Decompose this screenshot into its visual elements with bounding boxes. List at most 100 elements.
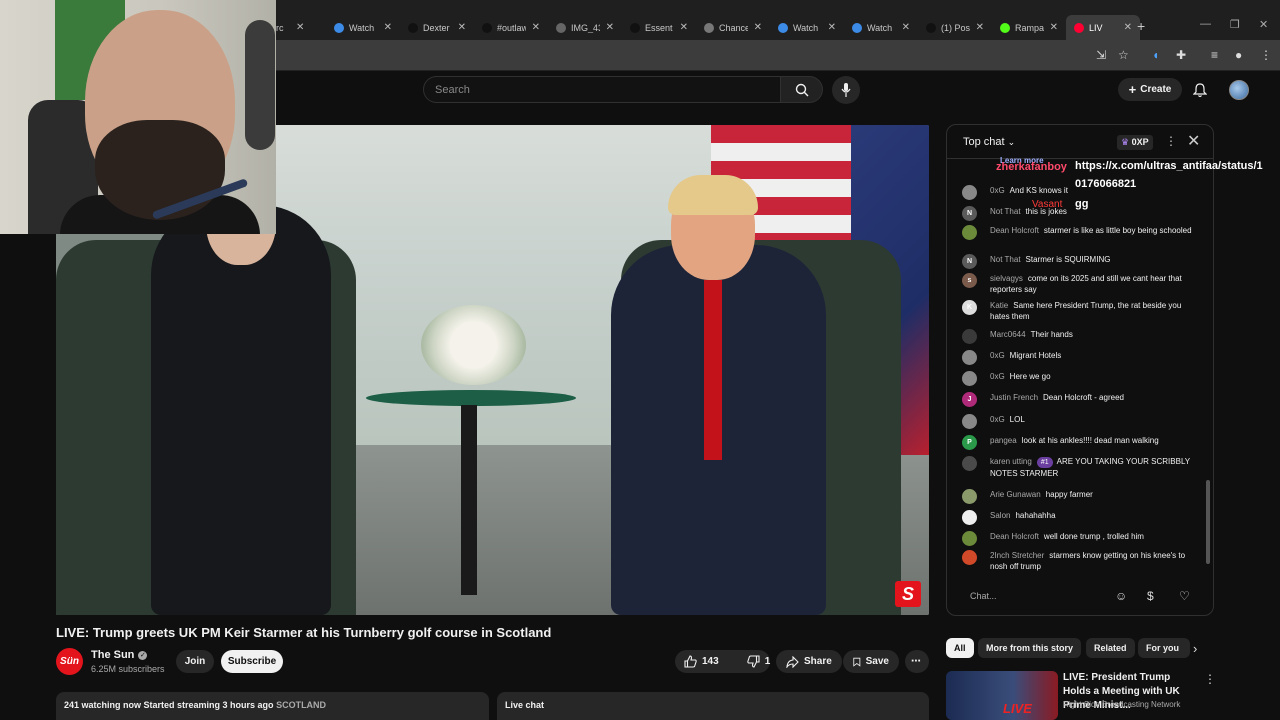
chat-author-name[interactable]: 0xG	[990, 415, 1005, 424]
search-button[interactable]	[781, 76, 823, 103]
browser-tab[interactable]: Watch ✕	[844, 15, 918, 40]
chat-input[interactable]: Chat...	[957, 584, 1107, 610]
close-window-icon[interactable]: ✕	[1259, 18, 1268, 31]
related-chip[interactable]: For you	[1138, 638, 1190, 658]
related-chip[interactable]: All	[946, 638, 974, 658]
browser-tab[interactable]: #outlaw ✕	[474, 15, 548, 40]
chat-message[interactable]: Dean Holcroft starmer is like as little b…	[962, 225, 1202, 240]
chat-author-avatar[interactable]	[962, 225, 977, 240]
browser-tab[interactable]: IMG_43 ✕	[548, 15, 622, 40]
description-hashtag[interactable]: SCOTLAND	[276, 700, 326, 710]
chat-author-name[interactable]: Arie Gunawan	[990, 490, 1041, 499]
join-button[interactable]: Join	[176, 650, 214, 673]
close-tab-icon[interactable]: ✕	[754, 22, 762, 33]
chat-author-name[interactable]: Dean Holcroft	[990, 532, 1039, 541]
chat-more-icon[interactable]: ⋮	[1165, 134, 1177, 148]
xp-badge[interactable]: ♛ 0XP	[1117, 135, 1153, 150]
subscribe-button[interactable]: Subscribe	[221, 650, 283, 673]
chat-message[interactable]: Marc0644 Their hands	[962, 329, 1202, 344]
chat-author-avatar[interactable]	[962, 350, 977, 365]
bookmark-star-icon[interactable]: ☆	[1118, 48, 1129, 62]
chat-author-avatar[interactable]	[962, 456, 977, 471]
description-box[interactable]: 241 watching now Started streaming 3 hou…	[56, 692, 489, 720]
close-tab-icon[interactable]: ✕	[458, 22, 466, 33]
close-tab-icon[interactable]: ✕	[606, 22, 614, 33]
close-tab-icon[interactable]: ✕	[828, 22, 836, 33]
chat-message[interactable]: 0xG LOL	[962, 414, 1202, 429]
browser-tab[interactable]: LIV ✕	[1066, 15, 1140, 40]
chat-author-avatar[interactable]	[962, 550, 977, 565]
chat-author-name[interactable]: 0xG	[990, 372, 1005, 381]
chat-author-avatar[interactable]	[962, 531, 977, 546]
close-tab-icon[interactable]: ✕	[1050, 22, 1058, 33]
chat-author-avatar[interactable]	[962, 371, 977, 386]
notifications-button[interactable]	[1192, 83, 1208, 103]
channel-name[interactable]: The Sun ✓	[91, 649, 148, 661]
chat-author-name[interactable]: Not That	[990, 207, 1021, 216]
chat-message[interactable]: s sielvagys come on its 2025 and still we …	[962, 273, 1202, 295]
chat-message[interactable]: J Justin French Dean Holcroft - agreed	[962, 392, 1202, 407]
browser-tab[interactable]: rc ✕	[276, 15, 326, 40]
browser-tab[interactable]: Essent ✕	[622, 15, 696, 40]
chat-message[interactable]: Salon hahahahha	[962, 510, 1202, 525]
emoji-icon[interactable]: ☺	[1115, 589, 1127, 603]
maximize-icon[interactable]: ❐	[1230, 18, 1240, 31]
close-tab-icon[interactable]: ✕	[532, 22, 540, 33]
chat-message[interactable]: K Katie Same here President Trump, the rat…	[962, 300, 1202, 322]
chat-author-avatar[interactable]	[962, 329, 977, 344]
recommended-video-channel[interactable]: Right Side Broadcasting Network	[1063, 700, 1180, 709]
close-tab-icon[interactable]: ✕	[1124, 22, 1132, 33]
create-button[interactable]: + Create	[1118, 78, 1182, 101]
recommended-more-icon[interactable]: ⋮	[1204, 672, 1216, 686]
chat-scrollbar[interactable]	[1206, 480, 1210, 564]
chat-author-avatar[interactable]: N	[962, 206, 977, 221]
dislike-button[interactable]: 1	[738, 650, 780, 673]
related-chip[interactable]: Related	[1086, 638, 1135, 658]
minimize-icon[interactable]: —	[1200, 18, 1211, 30]
chat-message[interactable]: Ppangea look at his ankles!!!! dead man w…	[962, 435, 1202, 450]
chat-author-avatar[interactable]: N	[962, 254, 977, 269]
chat-message[interactable]: karen utting #1 ARE YOU TAKING YOUR SCRIBB…	[962, 456, 1202, 479]
chat-author-name[interactable]: Marc0644	[990, 330, 1026, 339]
close-tab-icon[interactable]: ✕	[296, 22, 304, 33]
chat-author-avatar[interactable]	[962, 414, 977, 429]
chevron-right-icon[interactable]: ›	[1193, 641, 1197, 656]
chat-author-avatar[interactable]	[962, 185, 977, 200]
extension-audio-icon[interactable]: ◖	[1152, 48, 1159, 62]
recommended-video-thumbnail[interactable]: LIVE	[946, 671, 1058, 720]
more-actions-button[interactable]: ⋯	[905, 650, 929, 673]
chat-author-name[interactable]: pangea	[990, 436, 1017, 445]
close-chat-icon[interactable]: ✕	[1187, 131, 1200, 151]
search-input[interactable]: Search	[423, 76, 781, 103]
account-avatar[interactable]	[1229, 80, 1249, 100]
browser-tab[interactable]: Dexter ✕	[400, 15, 474, 40]
extensions-puzzle-icon[interactable]: ✚	[1176, 48, 1186, 62]
live-chat-toggle[interactable]: Live chat	[497, 692, 929, 720]
save-button[interactable]: Save	[843, 650, 899, 673]
close-tab-icon[interactable]: ✕	[384, 22, 392, 33]
close-tab-icon[interactable]: ✕	[902, 22, 910, 33]
share-button[interactable]: Share	[776, 650, 842, 673]
chat-author-name[interactable]: sielvagys	[990, 274, 1023, 283]
browser-tab[interactable]: Watch ✕	[770, 15, 844, 40]
chat-author-name[interactable]: karen utting	[990, 457, 1032, 466]
chat-author-name[interactable]: 0xG	[990, 186, 1005, 195]
chat-author-avatar[interactable]: K	[962, 300, 977, 315]
chat-author-name[interactable]: Dean Holcroft	[990, 226, 1039, 235]
chat-message[interactable]: 0xG Migrant Hotels	[962, 350, 1202, 365]
chat-message[interactable]: 0xG Here we go	[962, 371, 1202, 386]
chat-message[interactable]: N Not That Starmer is SQUIRMING	[962, 254, 1202, 269]
related-chip[interactable]: More from this story	[978, 638, 1082, 658]
chat-author-name[interactable]: 0xG	[990, 351, 1005, 360]
chat-author-avatar[interactable]: P	[962, 435, 977, 450]
voice-search-button[interactable]	[832, 76, 860, 104]
browser-menu-icon[interactable]: ⋮	[1260, 48, 1272, 62]
media-control-icon[interactable]: ≡	[1211, 48, 1218, 62]
chat-author-avatar[interactable]	[962, 510, 977, 525]
browser-tab[interactable]: Chance ✕	[696, 15, 770, 40]
chat-message[interactable]: Arie Gunawan happy farmer	[962, 489, 1202, 504]
browser-tab[interactable]: (1) Pos ✕	[918, 15, 992, 40]
install-app-icon[interactable]: ⇲	[1096, 48, 1106, 62]
chat-mode-dropdown[interactable]: Top chat ⌄	[963, 136, 1015, 148]
chat-author-name[interactable]: 2Inch Stretcher	[990, 551, 1044, 560]
